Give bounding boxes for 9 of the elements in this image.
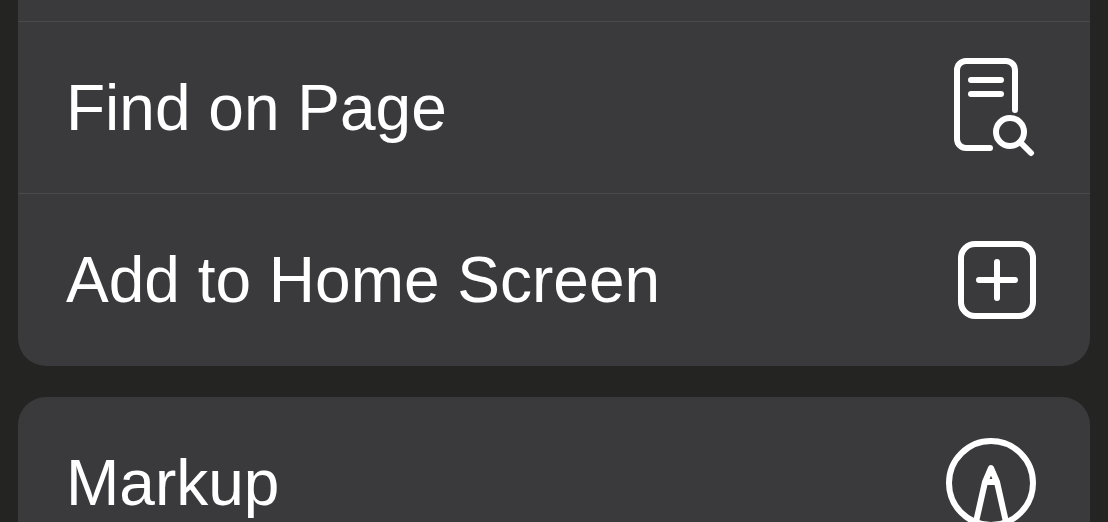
menu-item-label: Markup [66, 446, 280, 520]
menu-item[interactable]: Add to Home Screen [18, 194, 1090, 366]
menu-item-label: Find on Page [66, 70, 447, 145]
pen-tip-icon [946, 438, 1036, 522]
add-icon [958, 241, 1036, 319]
search-document-icon [954, 57, 1036, 158]
menu-item-label: Add to Home Screen [66, 243, 661, 317]
menu-item[interactable]: Find on Page [18, 22, 1090, 194]
menu-item[interactable]: Markup [18, 397, 1090, 522]
